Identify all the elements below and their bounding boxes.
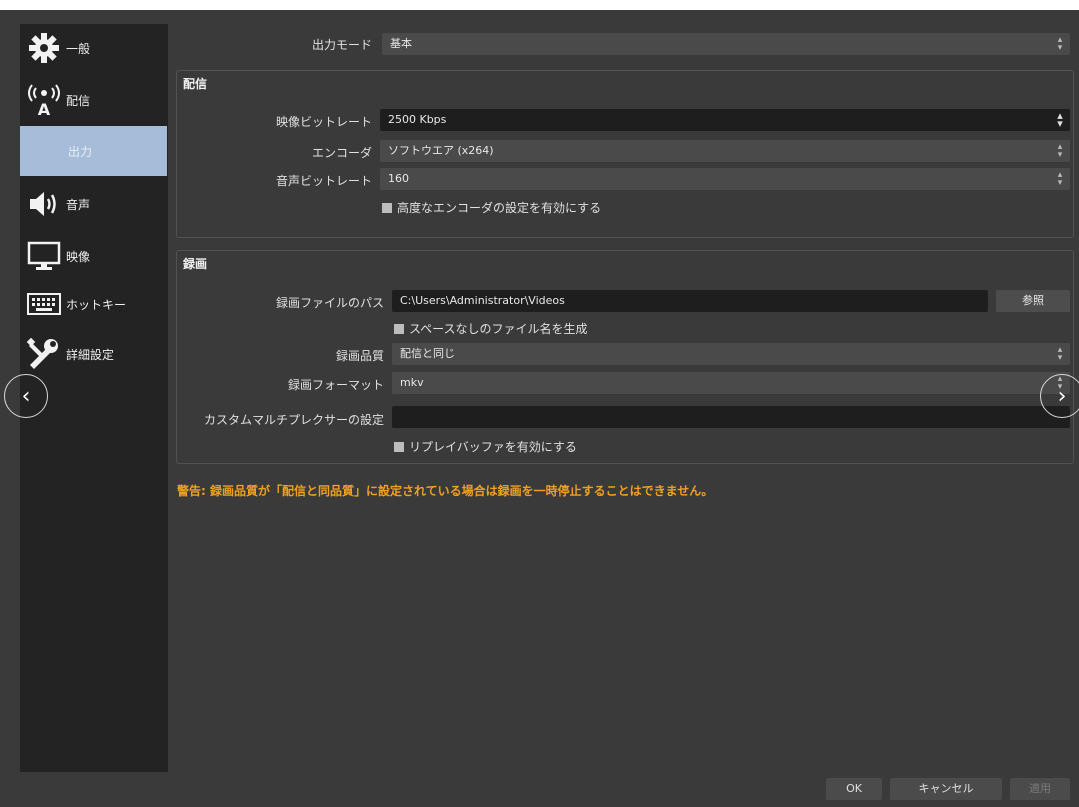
audio-bitrate-select[interactable]: 160 ▴ ▾: [380, 168, 1070, 190]
encoder-value: ソフトウエア (x264): [388, 144, 494, 157]
advanced-encoder-label: 高度なエンコーダの設定を有効にする: [397, 201, 602, 215]
output-mode-select[interactable]: 基本 ▴ ▾: [382, 33, 1070, 55]
sidebar-item-label: ホットキー: [66, 297, 127, 312]
recording-quality-value: 配信と同じ: [400, 347, 455, 360]
warning-text: 警告: 録画品質が「配信と同品質」に設定されている場合は録画を一時停止することは…: [177, 484, 714, 498]
recording-path-value: C:\Users\Administrator\Videos: [400, 294, 565, 307]
svg-text:A: A: [38, 100, 51, 118]
replay-buffer-checkbox[interactable]: リプレイバッファを有効にする: [394, 438, 577, 455]
broadcast-icon: A: [24, 80, 64, 120]
output-mode-value: 基本: [390, 37, 412, 50]
muxer-settings-input[interactable]: [392, 406, 1070, 428]
sidebar-item-label: 配信: [66, 93, 91, 108]
recording-format-value: mkv: [400, 376, 424, 389]
checkbox-box[interactable]: [394, 323, 404, 334]
video-bitrate-label: 映像ビットレート: [275, 115, 372, 129]
sidebar-item-stream[interactable]: A 配信: [20, 76, 168, 124]
tools-icon: [24, 334, 64, 374]
recording-path-label: 録画ファイルのパス: [275, 296, 384, 310]
encoder-label: エンコーダ: [311, 146, 372, 160]
sidebar-item-label: 映像: [66, 249, 91, 264]
speaker-icon: [24, 184, 64, 224]
video-bitrate-input[interactable]: 2500 Kbps ▴ ▾: [380, 109, 1070, 131]
keyboard-icon: [24, 284, 64, 324]
recording-format-label: 録画フォーマット: [287, 378, 384, 392]
no-space-filename-checkbox[interactable]: スペースなしのファイル名を生成: [394, 320, 588, 337]
sidebar-item-audio[interactable]: 音声: [20, 180, 168, 228]
browse-button[interactable]: 参照: [996, 290, 1070, 312]
monitor-icon: [24, 236, 64, 276]
audio-bitrate-label: 音声ビットレート: [275, 174, 372, 188]
replay-buffer-label: リプレイバッファを有効にする: [409, 440, 577, 454]
video-bitrate-value: 2500 Kbps: [388, 113, 447, 126]
sidebar-item-video[interactable]: 映像: [20, 232, 168, 280]
output-mode-label: 出力モード: [311, 38, 372, 52]
sidebar-item-label: 詳細設定: [66, 347, 115, 362]
recording-group-title: 録画: [183, 257, 208, 271]
chevron-updown-icon: ▴ ▾: [1057, 142, 1063, 160]
audio-bitrate-value: 160: [388, 172, 409, 185]
sidebar-item-hotkeys[interactable]: ホットキー: [20, 280, 168, 328]
encoder-select[interactable]: ソフトウエア (x264) ▴ ▾: [380, 140, 1070, 162]
checkbox-box[interactable]: [394, 441, 404, 452]
ok-button[interactable]: OK: [826, 778, 882, 800]
top-strip: [0, 0, 1079, 10]
recording-quality-select[interactable]: 配信と同じ ▴ ▾: [392, 343, 1070, 365]
gear-icon: [24, 28, 64, 68]
chevron-left-icon[interactable]: ‹: [4, 374, 48, 418]
streaming-group-title: 配信: [183, 77, 208, 91]
apply-button[interactable]: 適用: [1010, 778, 1070, 800]
cancel-button[interactable]: キャンセル: [890, 778, 1002, 800]
sidebar-item-advanced[interactable]: 詳細設定: [20, 330, 168, 378]
sidebar-item-general[interactable]: 一般: [20, 24, 168, 72]
sidebar-item-label: 一般: [66, 41, 91, 56]
chevron-right-icon[interactable]: ›: [1040, 374, 1079, 418]
sidebar-item-output[interactable]: 出力: [20, 126, 167, 176]
spinner-icon[interactable]: ▴ ▾: [1054, 110, 1066, 129]
chevron-updown-icon: ▴ ▾: [1057, 35, 1063, 53]
checkbox-box[interactable]: [382, 202, 392, 213]
recording-quality-label: 録画品質: [335, 349, 384, 363]
advanced-encoder-checkbox[interactable]: 高度なエンコーダの設定を有効にする: [382, 199, 601, 216]
recording-format-select[interactable]: mkv ▴ ▾: [392, 372, 1070, 394]
sidebar-item-label: 出力: [68, 144, 93, 159]
recording-path-input[interactable]: C:\Users\Administrator\Videos: [392, 290, 988, 312]
sidebar-item-label: 音声: [66, 197, 91, 212]
no-space-filename-label: スペースなしのファイル名を生成: [409, 322, 588, 336]
chevron-updown-icon: ▴ ▾: [1057, 345, 1063, 363]
chevron-updown-icon: ▴ ▾: [1057, 170, 1063, 188]
muxer-settings-label: カスタムマルチプレクサーの設定: [203, 413, 384, 427]
